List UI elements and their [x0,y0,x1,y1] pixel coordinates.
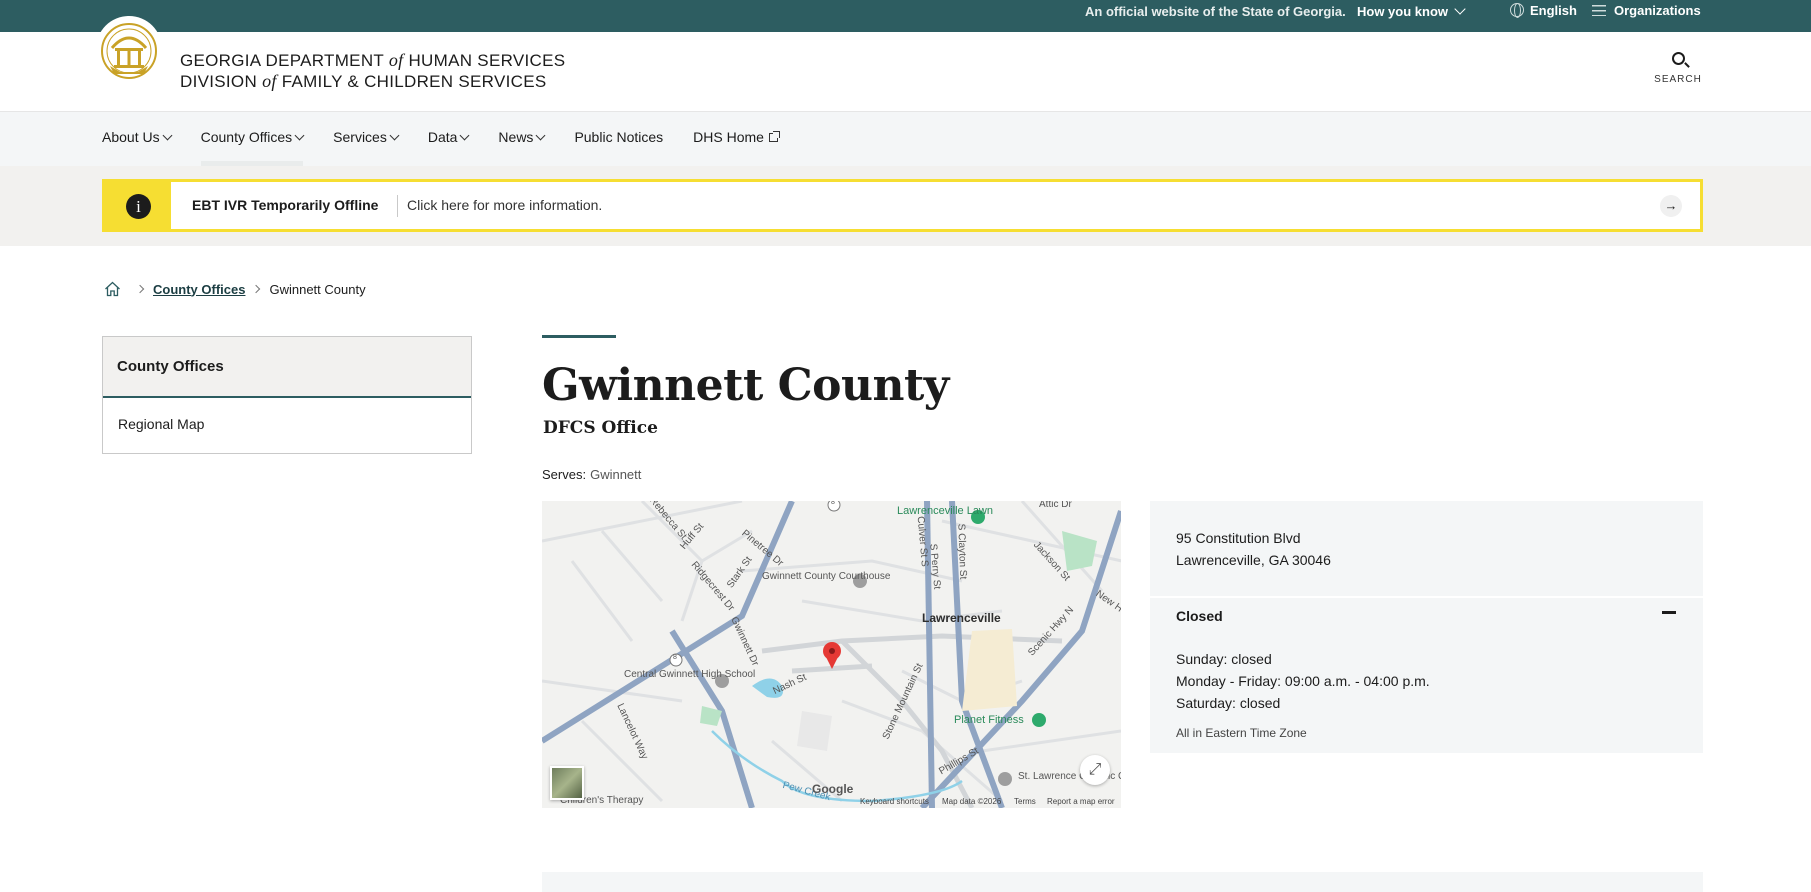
hours-line: Sunday: closed [1176,651,1272,667]
alert-title: EBT IVR Temporarily Offline [192,197,379,213]
map-label: Planet Fitness [954,714,1024,726]
home-icon[interactable] [104,281,121,297]
language-selector[interactable]: English [1510,3,1577,18]
side-navigation: County Offices Regional Map [102,336,472,454]
agency-line-1-part-a: GEORGIA DEPARTMENT [180,51,384,70]
arrow-right-icon[interactable]: → [1660,195,1682,217]
page-title: Gwinnett County [542,360,949,411]
hours-line: Saturday: closed [1176,695,1281,711]
seal-icon [101,23,157,79]
agency-line-2-of: of [262,71,277,91]
address-line-1: 95 Constitution Blvd [1176,530,1301,546]
alert-message: Click here for more information. [407,197,603,213]
site-header: GEORGIA DEPARTMENT of HUMAN SERVICES DIV… [0,16,1811,112]
official-banner: An official website of the State of Geor… [0,0,1811,32]
agency-line-2-part-a: DIVISION [180,72,258,91]
globe-icon [1510,3,1524,18]
search-button[interactable]: SEARCH [1648,52,1708,85]
route-shield-label: 8 [831,501,835,506]
organizations-label: Organizations [1614,3,1701,18]
nav-item-dhs-home[interactable]: DHS Home [693,129,780,145]
map-label: Lawrenceville Lawn [897,505,993,517]
card-divider [1150,596,1703,598]
nav-item-label: Public Notices [574,129,664,145]
alert-banner[interactable]: i EBT IVR Temporarily Offline Click here… [102,179,1703,232]
map-keyboard-shortcuts[interactable]: Keyboard shortcuts [860,797,929,806]
serves-line: Serves: Gwinnett [542,467,641,482]
info-icon: i [126,194,151,219]
search-label: SEARCH [1654,74,1702,85]
fullscreen-icon[interactable]: ⤢ [1080,755,1110,785]
agency-line-1-of: of [388,50,404,70]
collapse-minus-icon[interactable] [1662,611,1676,614]
map-label: S Clayton St [955,523,969,580]
office-hours: Sunday: closed Monday - Friday: 09:00 a.… [1176,648,1430,714]
office-address: 95 Constitution Blvd Lawrenceville, GA 3… [1176,527,1331,571]
list-icon [1592,5,1606,16]
organizations-link[interactable]: Organizations [1592,3,1701,18]
georgia-seal-logo[interactable] [96,16,162,82]
hours-line: Monday - Friday: 09:00 a.m. - 04:00 p.m. [1176,673,1430,689]
serves-label: Serves: [542,467,587,482]
official-text: An official website of the State of Geor… [1085,4,1346,19]
office-status[interactable]: Closed [1176,608,1223,624]
nav-item-label: Data [427,129,458,145]
side-nav-heading[interactable]: County Offices [103,337,471,398]
nav-item-about-us[interactable]: About Us [102,129,173,145]
agency-line-2-part-b: FAMILY & CHILDREN SERVICES [281,72,547,91]
map-label: Lawrenceville [922,611,1001,625]
office-info-card: 95 Constitution Blvd Lawrenceville, GA 3… [1150,501,1703,753]
nav-item-label: About Us [102,129,160,145]
next-section-panel [542,872,1703,892]
language-label: English [1530,3,1577,18]
nav-item-county-offices[interactable]: County Offices [200,129,305,166]
agency-name[interactable]: GEORGIA DEPARTMENT of HUMAN SERVICES DIV… [180,50,565,92]
route-shield-label: 8 [673,654,677,661]
satellite-toggle-thumbnail[interactable] [550,766,584,800]
map-data-credit: Map data ©2026 [942,797,1002,806]
breadcrumb-current: Gwinnett County [269,281,366,297]
agency-line-1-part-b: HUMAN SERVICES [408,51,566,70]
agency-line-2: DIVISION of FAMILY & CHILDREN SERVICES [180,71,565,92]
google-logo: Google [812,782,854,796]
map-report-error[interactable]: Report a map error [1047,797,1115,806]
nav-item-label: Services [333,129,387,145]
nav-item-label: County Offices [200,129,293,145]
breadcrumb-link-county-offices[interactable]: County Offices [153,282,245,297]
map-label: Central Gwinnett High School [624,669,756,680]
chevron-down-icon [1454,3,1466,15]
map-label: Attic Dr [1039,501,1072,510]
timezone-note: All in Eastern Time Zone [1176,726,1307,740]
agency-line-1: GEORGIA DEPARTMENT of HUMAN SERVICES [180,50,565,71]
title-accent-line [542,335,616,338]
nav-item-data[interactable]: Data [427,129,470,145]
nav-item-public-notices[interactable]: Public Notices [574,129,663,145]
page-subtitle: DFCS Office [543,418,658,438]
alert-divider [397,195,398,217]
nav-item-services[interactable]: Services [333,129,400,145]
side-nav-item-regional-map[interactable]: Regional Map [103,398,471,450]
chevron-right-icon [135,284,145,294]
nav-item-label: News [498,129,534,145]
map-terms[interactable]: Terms [1014,797,1036,806]
chevron-down-icon [294,130,305,141]
serves-value: Gwinnett [590,467,642,482]
chevron-right-icon [252,284,261,294]
address-line-2: Lawrenceville, GA 30046 [1176,552,1331,568]
external-link-icon [768,131,780,142]
chevron-down-icon [162,130,173,141]
chevron-down-icon [535,130,546,141]
search-icon [1671,52,1685,65]
info-panel: i [105,182,171,229]
how-you-know-toggle[interactable]: How you know [1357,3,1466,19]
nav-item-news[interactable]: News [498,129,546,145]
how-you-know-label: How you know [1357,4,1448,19]
office-map[interactable]: Lawrenceville Lawn Gwinnett County Court… [542,501,1121,808]
map-label: Gwinnett County Courthouse [762,571,891,582]
chevron-down-icon [389,130,400,141]
nav-item-label: DHS Home [693,129,764,145]
breadcrumb: County Offices Gwinnett County [104,281,366,297]
chevron-down-icon [459,130,470,141]
main-navigation: About Us County Offices Services Data Ne… [0,112,1811,166]
